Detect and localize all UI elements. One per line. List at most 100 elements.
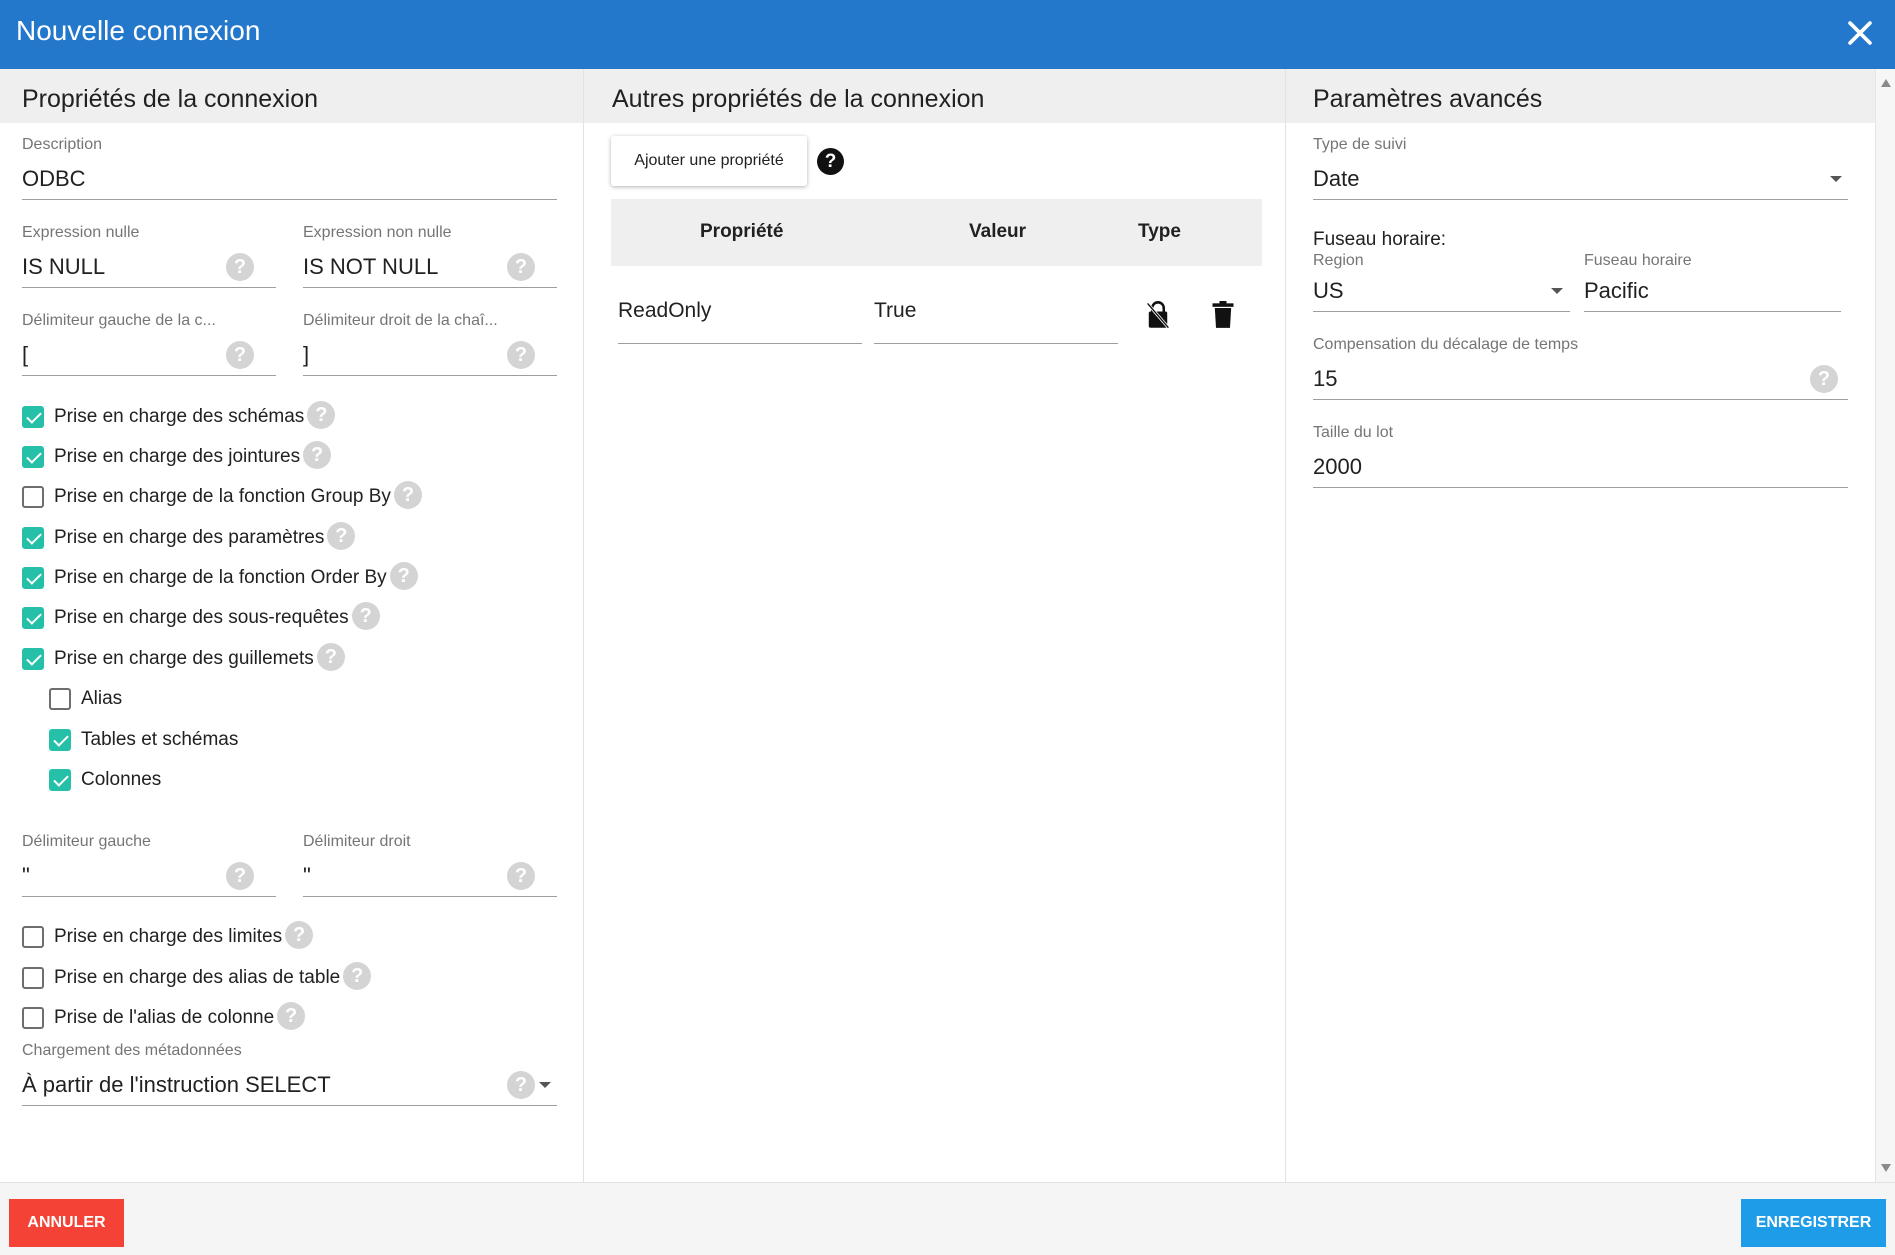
time-offset-label: Compensation du décalage de temps <box>1313 336 1579 353</box>
close-icon[interactable] <box>1843 16 1877 50</box>
tracking-type-label: Type de suivi <box>1313 136 1407 153</box>
region-value: US <box>1313 278 1344 303</box>
description-label: Description <box>22 136 103 153</box>
checkbox[interactable] <box>22 926 44 948</box>
dialog-footer: ANNULER ENREGISTRER <box>0 1182 1895 1255</box>
checkbox[interactable] <box>22 648 44 670</box>
not-null-expression-field[interactable]: Expression non nulle IS NOT NULL ? <box>303 224 557 288</box>
description-field[interactable]: Description ODBC <box>22 136 557 200</box>
scroll-down-arrow-icon[interactable] <box>1881 1164 1891 1172</box>
help-icon[interactable]: ? <box>226 253 254 281</box>
checkbox-row-group-by[interactable]: Prise en charge de la fonction Group By … <box>22 480 422 514</box>
checkbox-row-subqueries[interactable]: Prise en charge des sous-requêtes ? <box>22 601 380 635</box>
help-icon[interactable]: ? <box>226 341 254 369</box>
help-icon[interactable]: ? <box>389 562 418 590</box>
region-select[interactable]: Region US <box>1313 252 1570 312</box>
save-button[interactable]: ENREGISTRER <box>1741 1199 1886 1247</box>
help-icon[interactable]: ? <box>351 602 380 630</box>
checkbox-row-columns[interactable]: Colonnes <box>49 763 161 797</box>
help-icon[interactable]: ? <box>307 401 336 429</box>
help-icon[interactable]: ? <box>507 1071 535 1099</box>
checkbox-row-joins[interactable]: Prise en charge des jointures ? <box>22 440 332 474</box>
tracking-type-value: Date <box>1313 166 1360 191</box>
checkbox-row-parameters[interactable]: Prise en charge des paramètres ? <box>22 521 356 555</box>
batch-size-value: 2000 <box>1313 454 1362 479</box>
lock-icon[interactable] <box>1144 300 1172 330</box>
vertical-scrollbar[interactable] <box>1875 69 1895 1182</box>
checkbox-row-order-by[interactable]: Prise en charge de la fonction Order By … <box>22 561 418 595</box>
properties-table-header: Propriété Valeur Type <box>611 199 1262 266</box>
left-string-delimiter-label: Délimiteur gauche de la c... <box>22 312 216 329</box>
help-icon[interactable]: ? <box>1810 365 1838 393</box>
timezone-select[interactable]: Fuseau horaire Pacific <box>1584 252 1841 312</box>
cancel-button[interactable]: ANNULER <box>9 1199 124 1247</box>
checkbox[interactable] <box>22 527 44 549</box>
checkbox[interactable] <box>22 406 44 428</box>
region-label: Region <box>1313 252 1364 269</box>
connection-properties-header: Propriétés de la connexion <box>0 69 583 123</box>
checkbox-label: Prise de l'alias de colonne <box>54 1007 275 1028</box>
checkbox-label: Prise en charge des limites <box>54 926 283 947</box>
help-icon[interactable]: ? <box>277 1002 306 1030</box>
null-expression-label: Expression nulle <box>22 224 140 241</box>
batch-size-label: Taille du lot <box>1313 424 1394 441</box>
column-header-property: Propriété <box>700 221 784 242</box>
help-icon[interactable]: ? <box>507 862 535 890</box>
property-value-input[interactable]: True <box>874 299 1118 344</box>
time-offset-value: 15 <box>1313 366 1338 391</box>
checkbox[interactable] <box>22 1007 44 1029</box>
checkbox-label: Colonnes <box>81 769 162 790</box>
checkbox-row-tables-schemas[interactable]: Tables et schémas <box>49 723 238 757</box>
checkbox-row-table-alias[interactable]: Prise en charge des alias de table ? <box>22 961 372 995</box>
help-icon[interactable]: ? <box>817 148 844 175</box>
scroll-up-arrow-icon[interactable] <box>1881 79 1891 87</box>
chevron-down-icon[interactable] <box>1551 288 1563 294</box>
trash-icon[interactable] <box>1211 301 1235 329</box>
null-expression-field[interactable]: Expression nulle IS NULL ? <box>22 224 276 288</box>
column-header-value: Valeur <box>969 221 1027 242</box>
tracking-type-select[interactable]: Type de suivi Date <box>1313 136 1848 200</box>
time-offset-field[interactable]: Compensation du décalage de temps 15 ? <box>1313 336 1848 400</box>
checkbox[interactable] <box>22 446 44 468</box>
help-icon[interactable]: ? <box>316 643 345 671</box>
checkbox-row-column-alias[interactable]: Prise de l'alias de colonne ? <box>22 1001 306 1035</box>
connection-properties-panel: Propriétés de la connexion Description O… <box>0 69 584 1182</box>
checkbox-row-alias[interactable]: Alias <box>49 682 122 716</box>
metadata-loading-select[interactable]: Chargement des métadonnées À partir de l… <box>22 1042 557 1106</box>
checkbox-row-limits[interactable]: Prise en charge des limites ? <box>22 920 314 954</box>
checkbox-label: Prise en charge des schémas <box>54 406 305 427</box>
help-icon[interactable]: ? <box>507 341 535 369</box>
left-delimiter-label: Délimiteur gauche <box>22 833 151 850</box>
checkbox[interactable] <box>22 607 44 629</box>
right-delimiter-field[interactable]: Délimiteur droit " ? <box>303 833 557 897</box>
help-icon[interactable]: ? <box>343 962 372 990</box>
description-value: ODBC <box>22 166 86 191</box>
property-name-input[interactable]: ReadOnly <box>618 299 862 344</box>
chevron-down-icon[interactable] <box>1830 176 1842 182</box>
right-string-delimiter-label: Délimiteur droit de la chaî... <box>303 312 498 329</box>
batch-size-field[interactable]: Taille du lot 2000 <box>1313 424 1848 488</box>
metadata-loading-value: À partir de l'instruction SELECT <box>22 1072 331 1097</box>
right-string-delimiter-field[interactable]: Délimiteur droit de la chaî... ] ? <box>303 312 557 376</box>
help-icon[interactable]: ? <box>303 441 332 469</box>
other-properties-panel: Autres propriétés de la connexion Ajoute… <box>584 69 1286 1182</box>
left-delimiter-field[interactable]: Délimiteur gauche " ? <box>22 833 276 897</box>
checkbox[interactable] <box>49 688 71 710</box>
help-icon[interactable]: ? <box>327 522 356 550</box>
help-icon[interactable]: ? <box>507 253 535 281</box>
left-string-delimiter-field[interactable]: Délimiteur gauche de la c... [ ? <box>22 312 276 376</box>
help-icon[interactable]: ? <box>393 481 422 509</box>
chevron-down-icon[interactable] <box>539 1082 551 1088</box>
checkbox[interactable] <box>22 967 44 989</box>
checkbox-row-schemas[interactable]: Prise en charge des schémas ? <box>22 400 336 434</box>
checkbox-row-quotes[interactable]: Prise en charge des guillemets ? <box>22 642 345 676</box>
checkbox[interactable] <box>49 769 71 791</box>
help-icon[interactable]: ? <box>285 921 314 949</box>
help-icon[interactable]: ? <box>226 862 254 890</box>
checkbox[interactable] <box>22 567 44 589</box>
add-property-button[interactable]: Ajouter une propriété <box>611 136 807 186</box>
timezone-value: Pacific <box>1584 278 1649 303</box>
metadata-loading-label: Chargement des métadonnées <box>22 1042 242 1059</box>
checkbox[interactable] <box>49 729 71 751</box>
checkbox[interactable] <box>22 486 44 508</box>
